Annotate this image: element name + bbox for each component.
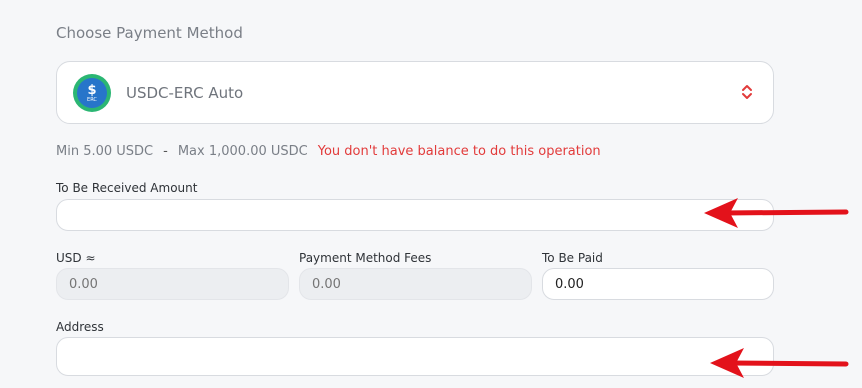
max-limit: Max 1,000.00 USDC	[177, 144, 308, 159]
to-be-paid-input[interactable]	[542, 268, 774, 300]
annotation-arrow-icon	[710, 348, 849, 378]
usd-input	[56, 268, 289, 300]
coin-symbol: $	[87, 82, 97, 98]
usdc-coin-icon: $ ERC	[73, 74, 111, 112]
limits-row: Min 5.00 USDC - Max 1,000.00 USDC You don't…	[56, 144, 601, 159]
received-amount-label: To Be Received Amount	[56, 181, 198, 195]
address-label: Address	[56, 320, 104, 334]
to-be-paid-label: To Be Paid	[542, 251, 603, 265]
fees-label: Payment Method Fees	[299, 251, 432, 265]
fees-input	[299, 268, 532, 300]
address-input[interactable]	[56, 337, 774, 376]
selected-method-label: USDC-ERC Auto	[126, 84, 244, 102]
usd-label: USD ≈	[56, 251, 96, 265]
payment-method-title: Choose Payment Method	[56, 24, 243, 42]
received-amount-input[interactable]	[56, 199, 774, 231]
limit-separator: -	[163, 144, 168, 159]
annotation-arrow-icon	[704, 198, 849, 228]
coin-tag: ERC	[87, 96, 97, 103]
select-chevron-icon	[742, 85, 752, 99]
balance-error: You don't have balance to do this operat…	[317, 144, 601, 159]
min-limit: Min 5.00 USDC	[56, 144, 154, 159]
payment-method-select[interactable]: $ ERC USDC-ERC Auto	[56, 61, 774, 124]
